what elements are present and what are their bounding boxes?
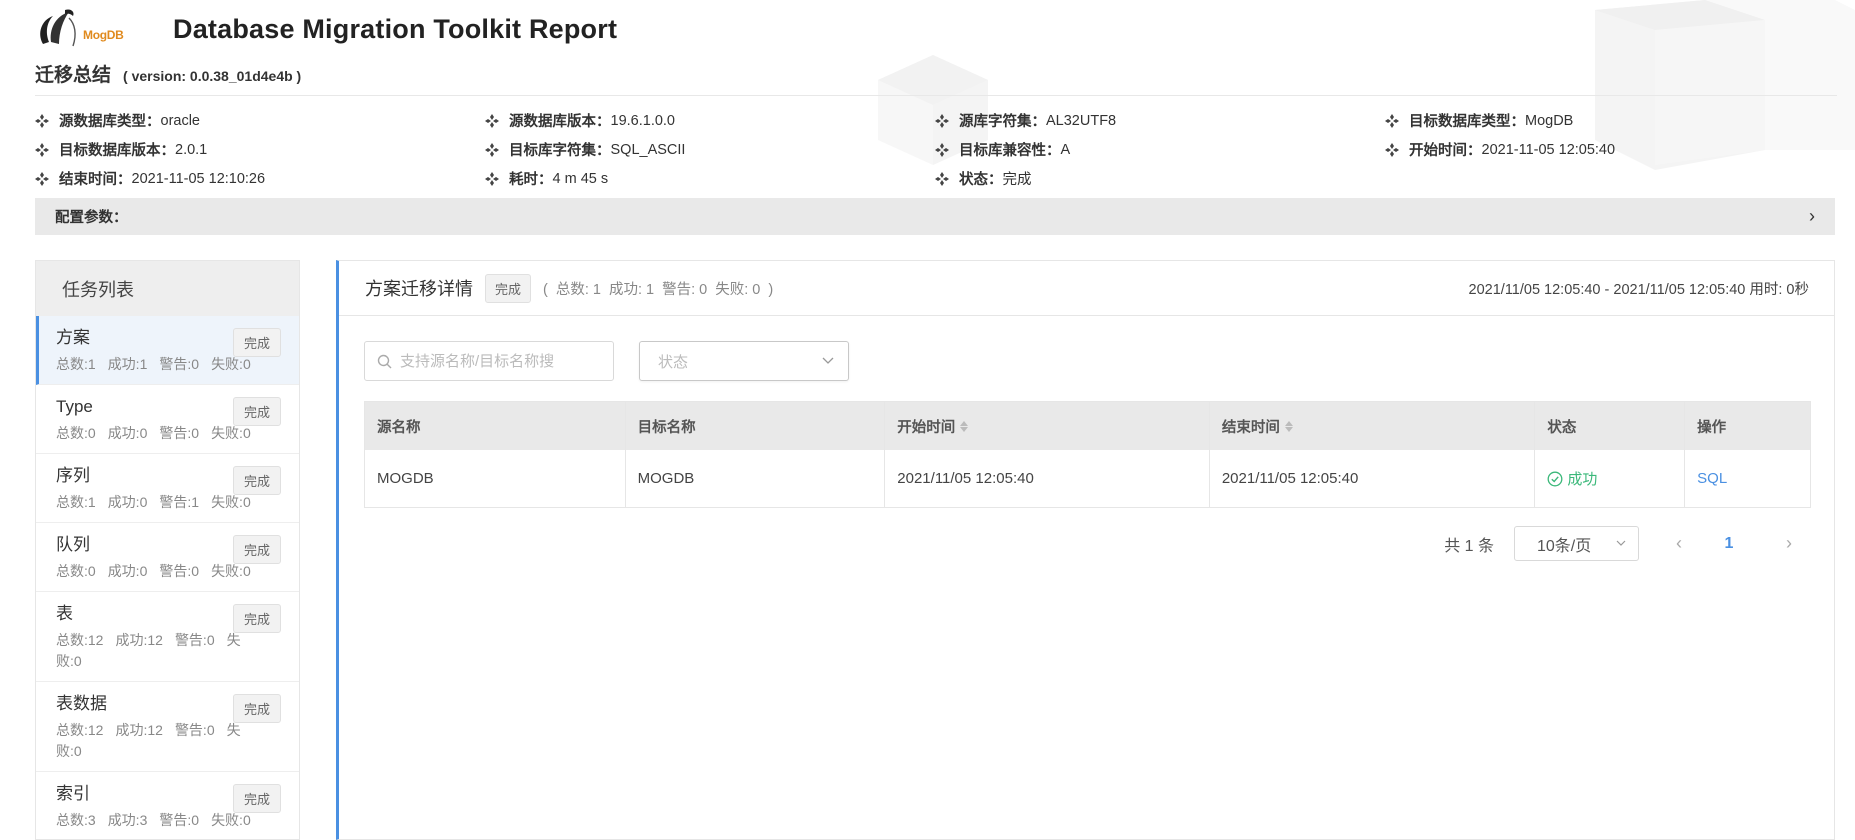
task-item-table-data[interactable]: 表数据 完成 总数:12 成功:12 警告:0 失败:0 (36, 682, 299, 772)
diamond-bullet-icon (935, 171, 949, 186)
filter-row: 状态 (364, 341, 849, 381)
check-circle-icon (1547, 471, 1563, 486)
pagination: 共 1 条 10条/页 ‹ 1 › (1444, 526, 1809, 561)
task-stats: 总数:3 成功:3 警告:0 失败:0 (56, 812, 251, 828)
info-target-db-version: 目标数据库版本： 2.0.1 (35, 139, 485, 160)
cell-start-time: 2021/11/05 12:05:40 (885, 450, 1210, 507)
prev-page-button[interactable]: ‹ (1659, 533, 1699, 554)
task-stats: 总数:0 成功:0 警告:0 失败:0 (56, 563, 251, 579)
task-stats: 总数:12 成功:12 警告:0 失败:0 (56, 722, 241, 759)
next-page-button[interactable]: › (1769, 533, 1809, 554)
page-size-select[interactable]: 10条/页 (1514, 526, 1639, 561)
detail-stats: (总数: 1 成功: 1 警告: 0 失败: 0) (543, 281, 774, 298)
cell-status: 成功 (1535, 450, 1686, 507)
column-header-target: 目标名称 (626, 402, 886, 450)
diamond-bullet-icon (935, 142, 949, 157)
detail-title: 方案迁移详情 (365, 279, 473, 299)
info-start-time: 开始时间： 2021-11-05 12:05:40 (1385, 139, 1835, 160)
status-select[interactable]: 状态 (639, 341, 849, 381)
cell-end-time: 2021/11/05 12:05:40 (1210, 450, 1536, 507)
task-stats: 总数:0 成功:0 警告:0 失败:0 (56, 425, 251, 441)
diamond-bullet-icon (1385, 113, 1399, 128)
version-label: ( version: 0.0.38_01d4e4b ) (123, 68, 302, 84)
status-badge: 完成 (232, 694, 281, 723)
search-input[interactable] (400, 352, 600, 370)
detail-header: 方案迁移详情 完成 (总数: 1 成功: 1 警告: 0 失败: 0) 2021/11… (339, 261, 1834, 316)
task-item-type[interactable]: Type 完成 总数:0 成功:0 警告:0 失败:0 (36, 385, 299, 454)
page-number-1[interactable]: 1 (1709, 535, 1749, 553)
task-stats: 总数:12 成功:12 警告:0 失败:0 (56, 632, 241, 669)
header-divider (35, 95, 1837, 96)
task-list-title: 任务列表 (36, 261, 299, 316)
info-target-compatibility: 目标库兼容性： A (935, 139, 1385, 160)
task-item-queue[interactable]: 队列 完成 总数:0 成功:0 警告:0 失败:0 (36, 523, 299, 592)
column-header-end-time[interactable]: 结束时间 (1210, 402, 1536, 450)
logo-text: MogDB (83, 28, 124, 42)
diamond-bullet-icon (485, 171, 499, 186)
detail-time-range: 2021/11/05 12:05:40 - 2021/11/05 12:05:4… (1468, 281, 1809, 298)
cell-target: MOGDB (626, 450, 886, 507)
column-header-action: 操作 (1697, 419, 1727, 436)
status-badge: 完成 (485, 273, 532, 303)
diamond-bullet-icon (935, 113, 949, 128)
search-icon (377, 354, 392, 368)
info-target-db-type: 目标数据库类型： MogDB (1385, 110, 1835, 131)
diamond-bullet-icon (35, 113, 49, 128)
pagination-total: 共 1 条 (1444, 537, 1494, 555)
chevron-down-icon (1616, 540, 1626, 546)
diamond-bullet-icon (1385, 142, 1399, 157)
status-select-placeholder: 状态 (658, 353, 689, 371)
status-badge: 完成 (232, 466, 281, 495)
migration-table: 源名称 目标名称 开始时间 结束时间 状态 操作 MOGDB MOGDB 202… (364, 401, 1811, 508)
cell-source: MOGDB (365, 450, 626, 507)
cell-action: SQL (1685, 450, 1810, 507)
task-item-index[interactable]: 索引 完成 总数:3 成功:3 警告:0 失败:0 (36, 772, 299, 839)
task-stats: 总数:1 成功:0 警告:1 失败:0 (56, 494, 251, 510)
table-header: 源名称 目标名称 开始时间 结束时间 状态 操作 (365, 402, 1810, 450)
sort-icon[interactable] (1284, 420, 1293, 432)
column-header-status: 状态 (1535, 402, 1686, 450)
task-item-table[interactable]: 表 完成 总数:12 成功:12 警告:0 失败:0 (36, 592, 299, 682)
report-header: MogDB Database Migration Toolkit Report (35, 6, 617, 52)
column-header-start-time[interactable]: 开始时间 (885, 402, 1210, 450)
info-end-time: 结束时间： 2021-11-05 12:10:26 (35, 168, 485, 189)
mogdb-logo: MogDB (35, 6, 131, 52)
search-box[interactable] (364, 341, 614, 381)
logo-bird-icon (40, 9, 76, 47)
task-item-schema[interactable]: 方案 完成 总数:1 成功:1 警告:0 失败:0 (36, 316, 299, 385)
status-badge: 完成 (232, 535, 281, 564)
status-badge: 完成 (232, 397, 281, 426)
config-params-label: 配置参数： (55, 210, 128, 226)
report-title: Database Migration Toolkit Report (173, 13, 618, 44)
diamond-bullet-icon (35, 142, 49, 157)
summary-title: 迁移总结 ( version: 0.0.38_01d4e4b ) (35, 60, 301, 87)
info-target-charset: 目标库字符集： SQL_ASCII (485, 139, 935, 160)
sort-icon[interactable] (960, 420, 969, 432)
status-badge: 完成 (232, 328, 281, 357)
task-stats: 总数:1 成功:1 警告:0 失败:0 (56, 356, 251, 372)
status-success: 成功 (1547, 468, 1597, 489)
diamond-bullet-icon (485, 113, 499, 128)
info-source-db-version: 源数据库版本： 19.6.1.0.0 (485, 110, 935, 131)
status-badge: 完成 (232, 604, 281, 633)
chevron-right-icon: › (1809, 206, 1815, 226)
diamond-bullet-icon (35, 171, 49, 186)
table-row: MOGDB MOGDB 2021/11/05 12:05:40 2021/11/… (365, 450, 1810, 507)
config-params-toggle[interactable]: 配置参数： › (35, 198, 1835, 235)
migration-info-grid: 源数据库类型： oracle 源数据库版本： 19.6.1.0.0 源库字符集： AL… (35, 110, 1835, 189)
chevron-down-icon (822, 357, 834, 364)
info-source-db-type: 源数据库类型： oracle (35, 110, 485, 131)
task-item-sequence[interactable]: 序列 完成 总数:1 成功:0 警告:1 失败:0 (36, 454, 299, 523)
detail-panel: 方案迁移详情 完成 (总数: 1 成功: 1 警告: 0 失败: 0) 2021/11… (336, 260, 1835, 840)
info-status: 状态： 完成 (935, 168, 1385, 189)
diamond-bullet-icon (485, 142, 499, 157)
summary-heading: 迁移总结 (35, 65, 112, 86)
sql-link[interactable]: SQL (1697, 470, 1727, 487)
status-badge: 完成 (232, 784, 281, 813)
task-list-panel: 任务列表 方案 完成 总数:1 成功:1 警告:0 失败:0 Type 完成 总数:0… (35, 260, 300, 840)
column-header-source: 源名称 (365, 402, 626, 450)
info-source-charset: 源库字符集： AL32UTF8 (935, 110, 1385, 131)
info-duration: 耗时： 4 m 45 s (485, 168, 935, 189)
